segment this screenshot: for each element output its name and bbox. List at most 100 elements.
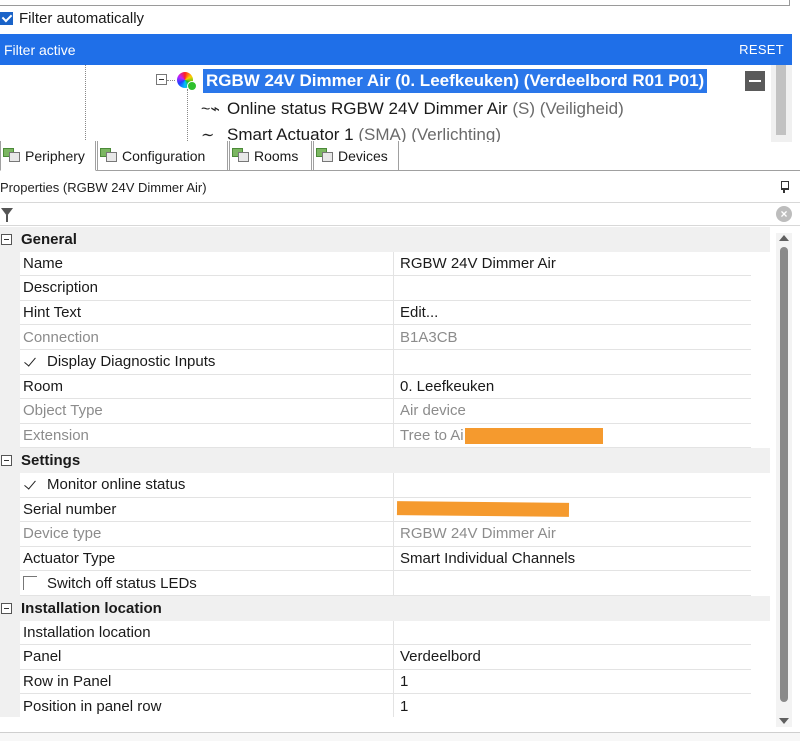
property-name[interactable]: Switch off status LEDs (20, 571, 394, 596)
category-installation-location[interactable]: Installation location (0, 596, 770, 621)
collapse-icon[interactable] (1, 233, 12, 245)
filter-automatically-checkbox[interactable]: Filter automatically (0, 7, 144, 29)
property-row-panel[interactable]: Panel Verdeelbord (0, 645, 770, 670)
checkbox-label: Switch off status LEDs (47, 574, 197, 592)
property-value[interactable]: Smart Individual Channels (394, 547, 751, 572)
property-name: Connection (20, 325, 394, 350)
tree-node-label: Smart Actuator 1 (227, 125, 354, 142)
checkmark-icon[interactable] (23, 478, 37, 492)
property-value[interactable]: 1 (394, 670, 751, 695)
configuration-tab-icon (100, 147, 118, 164)
property-row-device-type: Device type RGBW 24V Dimmer Air (0, 522, 770, 547)
property-row-connection: Connection B1A3CB (0, 325, 770, 350)
tab-label: Devices (338, 147, 388, 164)
tree-node-suffix: (SMA) (Verlichting) (358, 125, 501, 142)
filter-active-bar: Filter active RESET (0, 34, 792, 65)
tree-scrollbar[interactable] (771, 65, 792, 142)
scrollbar-thumb[interactable] (780, 247, 788, 702)
device-tree: RGBW 24V Dimmer Air (0. Leefkeuken) (Ver… (0, 65, 792, 142)
property-value[interactable] (394, 498, 751, 523)
scroll-down-icon[interactable] (779, 718, 789, 724)
rooms-tab-icon (232, 147, 250, 164)
category-label: Settings (21, 452, 81, 470)
search-field-edge[interactable] (0, 0, 790, 6)
property-value[interactable] (394, 621, 751, 646)
property-name: Actuator Type (20, 546, 394, 572)
property-name: Panel (20, 645, 394, 670)
property-value[interactable]: 1 (394, 694, 751, 717)
property-name: Object Type (20, 399, 394, 424)
property-row-actuator-type[interactable]: Actuator Type Smart Individual Channels (0, 546, 770, 572)
property-name: Installation location (20, 620, 394, 646)
selected-tree-node[interactable]: RGBW 24V Dimmer Air (0. Leefkeuken) (Ver… (203, 69, 708, 93)
property-value[interactable]: Verdeelbord (394, 645, 751, 670)
property-name: Name (20, 251, 394, 277)
property-row-description[interactable]: Description (0, 276, 770, 301)
property-row-display-diagnostic-inputs[interactable]: Display Diagnostic Inputs (0, 350, 770, 375)
checkmark-icon[interactable] (23, 355, 37, 369)
property-row-position-in-panel-row[interactable]: Position in panel row 1 (0, 694, 770, 717)
category-settings[interactable]: Settings (0, 448, 770, 473)
property-value: Tree to Ai (394, 424, 751, 449)
property-row-serial-number[interactable]: Serial number (0, 497, 770, 523)
checkbox-icon[interactable] (23, 576, 37, 591)
property-value[interactable]: RGBW 24V Dimmer Air (394, 252, 751, 277)
tree-node-smart-actuator[interactable]: ∼ Smart Actuator 1 (SMA) (Verlichting) (201, 123, 501, 142)
checkbox-icon[interactable] (0, 11, 13, 25)
property-name: Extension (20, 423, 394, 449)
property-value: RGBW 24V Dimmer Air (394, 522, 751, 547)
property-value: Air device (394, 399, 751, 424)
property-row-name[interactable]: Name RGBW 24V Dimmer Air (0, 251, 770, 277)
property-name: Serial number (20, 497, 394, 523)
property-name: Description (20, 276, 394, 301)
tab-label: Periphery (25, 147, 85, 164)
property-row-row-in-panel[interactable]: Row in Panel 1 (0, 669, 770, 695)
tree-node-suffix: (S) (Veiligheid) (512, 99, 624, 118)
category-general[interactable]: General (0, 227, 770, 252)
tree-node-online-status[interactable]: ~⌁ Online status RGBW 24V Dimmer Air (S)… (201, 97, 624, 121)
property-name: Hint Text (20, 300, 394, 326)
collapse-icon[interactable] (1, 455, 12, 467)
properties-search-input[interactable]: × (0, 202, 800, 226)
filter-automatically-label: Filter automatically (19, 9, 145, 27)
pin-icon[interactable] (780, 181, 789, 193)
property-name: Row in Panel (20, 669, 394, 695)
redaction-mark (464, 427, 603, 444)
property-value[interactable]: 0. Leefkeuken (394, 375, 751, 400)
property-value[interactable] (394, 276, 751, 301)
periphery-tab-icon (3, 147, 21, 164)
redaction-mark (396, 501, 570, 518)
property-value (394, 350, 751, 375)
tab-periphery[interactable]: Periphery (0, 141, 96, 171)
property-value[interactable]: Edit... (394, 301, 751, 326)
property-grid: General Name RGBW 24V Dimmer Air Descrip… (0, 227, 770, 717)
property-value (394, 571, 751, 596)
filter-icon (1, 208, 13, 222)
collapse-icon[interactable] (1, 602, 12, 614)
property-name: Position in panel row (20, 694, 394, 717)
property-row-switch-off-status-leds[interactable]: Switch off status LEDs (0, 571, 770, 596)
property-name[interactable]: Monitor online status (20, 473, 394, 498)
tree-scrollbar-thumb[interactable] (776, 65, 786, 135)
collapse-icon[interactable] (156, 74, 167, 85)
property-name[interactable]: Display Diagnostic Inputs (20, 350, 394, 375)
property-name: Room (20, 374, 394, 400)
tree-node-label: Online status RGBW 24V Dimmer Air (227, 99, 508, 118)
property-row-hint-text[interactable]: Hint Text Edit... (0, 300, 770, 326)
category-label: General (21, 230, 77, 248)
property-row-monitor-online-status[interactable]: Monitor online status (0, 473, 770, 498)
property-row-installation-location[interactable]: Installation location (0, 620, 770, 646)
properties-scrollbar[interactable] (776, 233, 792, 727)
clear-icon[interactable]: × (776, 206, 792, 222)
tab-configuration[interactable]: Configuration (97, 141, 228, 171)
property-row-room[interactable]: Room 0. Leefkeuken (0, 374, 770, 400)
scroll-up-icon[interactable] (779, 235, 789, 241)
tab-devices[interactable]: Devices (313, 141, 399, 171)
tab-rooms[interactable]: Rooms (229, 141, 312, 171)
remove-button[interactable] (745, 71, 765, 91)
tree-guide-line (187, 89, 188, 142)
checkbox-label: Monitor online status (47, 476, 186, 494)
reset-button[interactable]: RESET (739, 42, 784, 57)
tree-connector (167, 80, 175, 81)
checkbox-label: Display Diagnostic Inputs (47, 353, 216, 371)
